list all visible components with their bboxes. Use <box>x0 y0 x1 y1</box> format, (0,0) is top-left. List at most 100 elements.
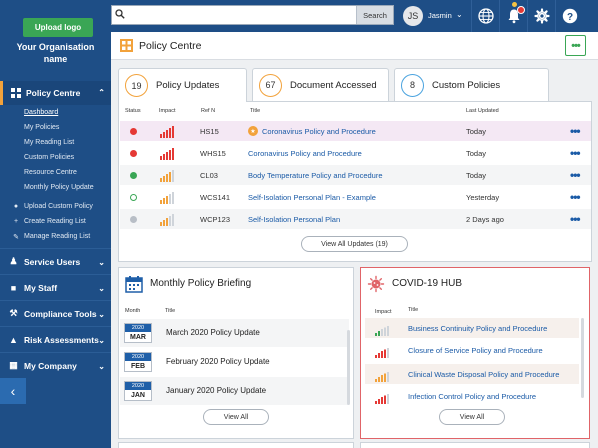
sidebar-subitem-my-policies[interactable]: My Policies <box>0 120 111 135</box>
sidebar-item-my-staff[interactable]: ■ My Staff ⌄ <box>0 274 111 300</box>
ref-number: WHS15 <box>200 148 226 158</box>
sidebar-item-risk-assessments[interactable]: ▲ Risk Assessments ⌄ <box>0 326 111 352</box>
sidebar-item-my-company[interactable]: ▦ My Company ⌄ <box>0 352 111 378</box>
notification-badge <box>517 6 525 14</box>
list-item[interactable]: Clinical Waste Disposal Policy and Proce… <box>365 364 579 384</box>
status-indicator-green <box>130 171 137 179</box>
upload-custom-policy-link[interactable]: ● Upload Custom Policy <box>0 199 111 214</box>
help-icon[interactable]: ? <box>555 0 583 32</box>
covid-policy-link[interactable]: Business Continuity Policy and Procedure <box>408 324 547 333</box>
column-header-title: Title <box>165 308 176 314</box>
notifications-bell-icon[interactable] <box>499 0 527 32</box>
row-menu-dots-icon[interactable]: ••• <box>570 168 581 182</box>
table-row[interactable]: WHS15 Coronavirus Policy and Procedure T… <box>120 143 591 163</box>
tab-count-badge: 8 <box>401 73 424 97</box>
sidebar-item-label: Risk Assessments <box>24 334 99 345</box>
impact-bars-icon <box>375 391 389 409</box>
date-month: MAR <box>130 334 146 341</box>
top-bar: Search JS Jasmin ⌄ ? <box>111 0 598 32</box>
row-menu-dots-icon[interactable]: ••• <box>570 212 581 226</box>
column-header-ref: Ref N <box>201 108 216 114</box>
table-row[interactable]: WCP123 Self-Isolation Personal Plan 2 Da… <box>120 209 591 229</box>
view-all-updates-button[interactable]: View All Updates (19) <box>301 236 408 252</box>
sidebar-item-service-users[interactable]: ♟ Service Users ⌄ <box>0 248 111 274</box>
action-label: Manage Reading List <box>24 233 91 240</box>
covid-policy-link[interactable]: Closure of Service Policy and Procedure <box>408 346 543 355</box>
scrollbar[interactable] <box>581 318 584 398</box>
search-icon <box>112 8 128 22</box>
manage-reading-list-link[interactable]: ✎ Manage Reading List <box>0 229 111 244</box>
warning-icon: ▲ <box>9 334 18 345</box>
chevron-down-icon[interactable]: ⌄ <box>456 10 463 19</box>
table-row[interactable]: WCS141 Self-Isolation Personal Plan - Ex… <box>120 187 591 207</box>
more-options-button[interactable]: ••• <box>565 35 586 56</box>
list-item[interactable]: Business Continuity Policy and Procedure <box>365 318 579 338</box>
action-label: Upload Custom Policy <box>24 203 93 210</box>
tab-label: Policy Updates <box>156 80 220 91</box>
policy-title-link[interactable]: Coronavirus Policy and Procedure <box>248 149 362 158</box>
sidebar-subitem-resource-centre[interactable]: Resource Centre <box>0 165 111 180</box>
column-header-title: Title <box>250 108 261 114</box>
sidebar-item-label: My Staff <box>24 282 58 293</box>
row-menu-dots-icon[interactable]: ••• <box>570 124 581 138</box>
policy-title-text: Self-Isolation Personal Plan <box>248 214 341 224</box>
tab-document-accessed[interactable]: 67 Document Accessed <box>252 68 389 101</box>
last-updated: Yesterday <box>466 192 500 202</box>
sidebar-item-label: Compliance Tools <box>24 308 97 319</box>
main-content: Policy Centre ••• 19 Policy Updates 67 D… <box>111 32 598 448</box>
collapse-sidebar-button[interactable]: ‹ <box>0 378 26 404</box>
policy-title-link[interactable]: Body Temperature Policy and Procedure <box>248 171 383 180</box>
list-item[interactable]: 2020 MAR March 2020 Policy Update <box>120 319 349 347</box>
policy-title-text: Coronavirus Policy and Procedure <box>248 148 362 158</box>
award-badge-icon: ★ <box>248 126 258 136</box>
create-reading-list-link[interactable]: + Create Reading List <box>0 214 111 229</box>
sidebar-item-label: My Company <box>24 360 77 371</box>
policy-title-link[interactable]: ★ Coronavirus Policy and Procedure <box>248 126 376 136</box>
list-item[interactable]: 2020 JAN January 2020 Policy Update <box>120 377 349 405</box>
sidebar-item-policy-centre[interactable]: Policy Centre ⌃ <box>0 81 111 105</box>
sidebar-item-compliance-tools[interactable]: ⚒ Compliance Tools ⌄ <box>0 300 111 326</box>
row-menu-dots-icon[interactable]: ••• <box>570 190 581 204</box>
chevron-left-icon: ‹ <box>10 383 16 399</box>
chevron-down-icon: ⌄ <box>98 336 105 345</box>
upload-logo-button[interactable]: Upload logo <box>23 18 93 37</box>
row-menu-dots-icon[interactable]: ••• <box>570 146 581 160</box>
covid-policy-link[interactable]: Clinical Waste Disposal Policy and Proce… <box>408 370 559 379</box>
user-name[interactable]: Jasmin <box>428 11 452 20</box>
table-row[interactable]: CL03 Body Temperature Policy and Procedu… <box>120 165 591 185</box>
sidebar-item-label: Policy Centre <box>26 88 81 98</box>
sidebar: Upload logo Your Organisation name Polic… <box>0 0 111 448</box>
list-item[interactable]: Closure of Service Policy and Procedure <box>365 340 579 360</box>
view-all-briefings-button[interactable]: View All <box>203 409 269 425</box>
settings-gear-icon[interactable] <box>527 0 555 32</box>
chevron-down-icon: ⌄ <box>98 284 105 293</box>
globe-icon[interactable] <box>471 0 499 32</box>
impact-bars-icon <box>375 345 389 363</box>
impact-bars-icon <box>160 169 174 187</box>
sidebar-subitem-my-reading-list[interactable]: My Reading List <box>0 135 111 150</box>
tab-custom-policies[interactable]: 8 Custom Policies <box>394 68 549 101</box>
tab-count-badge: 19 <box>125 74 148 97</box>
view-all-covid-button[interactable]: View All <box>439 409 505 425</box>
panel-title: Monthly Policy Briefing <box>150 278 252 289</box>
calendar-icon <box>125 276 143 293</box>
list-item[interactable]: 2020 FEB February 2020 Policy Update <box>120 348 349 376</box>
tab-policy-updates[interactable]: 19 Policy Updates <box>118 68 247 102</box>
sidebar-subitem-custom-policies[interactable]: Custom Policies <box>0 150 111 165</box>
last-updated: Today <box>466 148 487 158</box>
policy-title-link[interactable]: Self-Isolation Personal Plan <box>248 215 340 224</box>
list-item[interactable]: Infection Control Policy and Procedure <box>365 386 579 406</box>
search-input[interactable] <box>128 6 356 24</box>
table-row[interactable]: HS15 ★ Coronavirus Policy and Procedure … <box>120 121 591 141</box>
briefing-title: February 2020 Policy Update <box>166 357 270 366</box>
sidebar-subitem-dashboard[interactable]: Dashboard <box>0 105 111 120</box>
policy-title-link[interactable]: Self-Isolation Personal Plan - Example <box>248 193 376 202</box>
avatar[interactable]: JS <box>403 6 423 26</box>
policy-centre-icon <box>11 88 21 98</box>
ref-number: CL03 <box>200 170 218 180</box>
covid-policy-link[interactable]: Infection Control Policy and Procedure <box>408 392 536 401</box>
sidebar-subitem-monthly-policy-update[interactable]: Monthly Policy Update <box>0 180 111 195</box>
chevron-down-icon: ⌄ <box>98 310 105 319</box>
scrollbar[interactable] <box>347 330 350 405</box>
search-button[interactable]: Search <box>356 6 393 24</box>
